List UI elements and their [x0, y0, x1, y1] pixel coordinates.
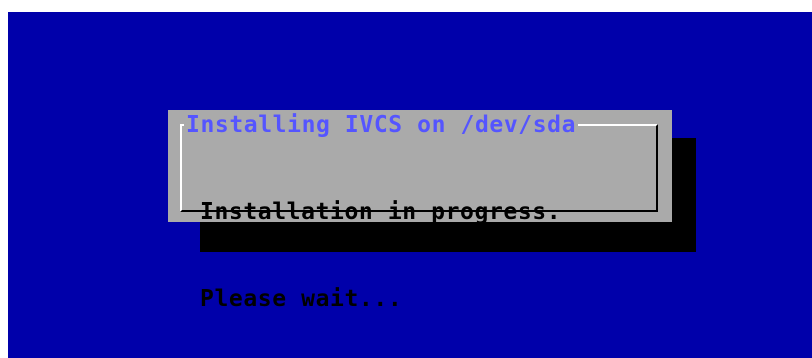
- dialog-message: Installation in progress. Please wait...: [200, 140, 561, 358]
- message-line-wait: Please wait...: [200, 286, 403, 312]
- dialog-title: Installing IVCS on /dev/sda: [184, 112, 579, 138]
- install-progress-dialog: Installing IVCS on /dev/sda Installation…: [168, 110, 672, 312]
- message-line-progress: Installation in progress.: [200, 199, 562, 225]
- console-screen: Installing IVCS on /dev/sda Installation…: [8, 12, 812, 358]
